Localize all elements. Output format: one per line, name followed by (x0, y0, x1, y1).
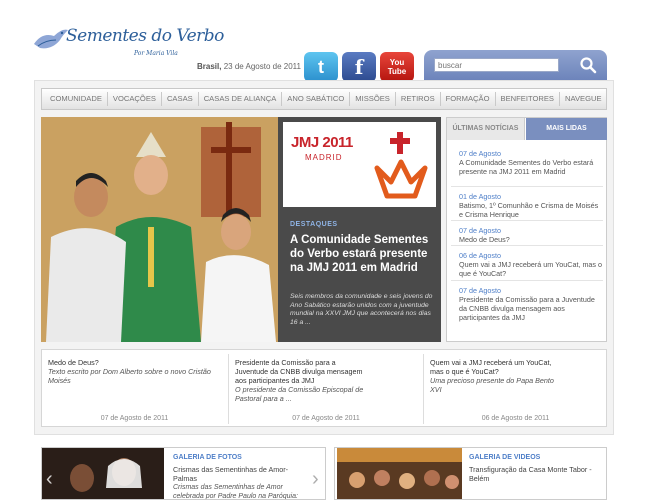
divider (451, 220, 603, 221)
news-date: 07 de Agosto (459, 286, 501, 295)
date-place: Brasil, (197, 62, 222, 71)
news-tabs-panel: ÚLTIMAS NOTÍCIAS MAIS LIDAS 07 de Agosto… (446, 117, 607, 342)
facebook-icon[interactable]: f (342, 52, 376, 82)
logo-title: Sementes do Verbo (66, 26, 224, 46)
youtube-icon[interactable]: You Tube (380, 52, 414, 82)
search-button[interactable] (579, 56, 597, 74)
strip-date: 07 de Agosto de 2011 (292, 415, 360, 422)
main-nav: COMUNIDADE VOCAÇÕES CASAS CASAS DE ALIAN… (41, 88, 607, 110)
news-title[interactable]: Presidente da Comissão para a Juventude … (459, 295, 604, 322)
featured-slider[interactable]: JMJ 2011 MADRID DESTAQUES A Comunidade S… (41, 117, 441, 342)
nav-item-comunidade[interactable]: COMUNIDADE (45, 92, 108, 106)
nav-item-missoes[interactable]: MISSÕES (350, 92, 396, 106)
strip-date: 07 de Agosto de 2011 (100, 415, 169, 422)
jmj-banner-title: JMJ 2011 (291, 134, 353, 151)
strip-text: Presidente da Comissão para a Juventude … (235, 358, 365, 403)
gallery-photos-sub: Crismas das Sementinhas de Amor celebrad… (173, 484, 298, 500)
gallery-videos-label: GALERIA DE VIDEOS (469, 454, 541, 461)
youtube-top: You (389, 58, 405, 67)
dove-icon (34, 29, 68, 49)
divider (451, 245, 603, 246)
news-date: 07 de Agosto (459, 226, 501, 235)
news-strip: Medo de Deus? Texto escrito por Dom Albe… (41, 349, 607, 427)
news-title[interactable]: A Comunidade Sementes do Verbo estará pr… (459, 158, 604, 176)
divider (451, 280, 603, 281)
divider (451, 186, 603, 187)
nav-item-retiros[interactable]: RETIROS (396, 92, 441, 106)
crown-cross-logo (374, 132, 428, 199)
jmj-banner: JMJ 2011 MADRID (283, 122, 436, 207)
gallery-photos-label: GALERIA DE FOTOS (173, 454, 242, 461)
tab-mais-lidas[interactable]: MAIS LIDAS (526, 118, 607, 140)
strip-item[interactable]: Presidente da Comissão para a Juventude … (229, 350, 423, 428)
twitter-glyph: t (318, 56, 324, 77)
news-date: 06 de Agosto (459, 251, 501, 260)
list-item[interactable]: 01 de Agosto Batismo, 1º Comunhão e Cris… (459, 192, 604, 219)
featured-photo[interactable] (41, 117, 278, 342)
strip-item[interactable]: Quem vai a JMJ receberá um YouCat, mas o… (424, 350, 607, 428)
video-gallery: GALERIA DE VIDEOS Transfiguração da Casa… (334, 447, 607, 500)
strip-text: Medo de Deus? Texto escrito por Dom Albe… (48, 358, 218, 385)
facebook-glyph: f (354, 55, 364, 79)
news-title[interactable]: Medo de Deus? (459, 235, 604, 244)
list-item[interactable]: 07 de Agosto Presidente da Comissão para… (459, 286, 604, 322)
news-date: 01 de Agosto (459, 192, 501, 201)
nav-item-benfeitores[interactable]: BENFEITORES (496, 92, 560, 106)
twitter-icon[interactable]: t (304, 52, 338, 82)
nav-item-casas-de-alianca[interactable]: CASAS DE ALIANÇA (199, 92, 283, 106)
gallery-photo[interactable]: ‹ (42, 448, 164, 499)
list-item[interactable]: 07 de Agosto Medo de Deus? (459, 226, 604, 244)
search-box (424, 50, 607, 80)
strip-text: Quem vai a JMJ receberá um YouCat, mas o… (430, 358, 555, 394)
strip-headline[interactable]: Quem vai a JMJ receberá um YouCat, mas o… (430, 358, 555, 376)
section-label: DESTAQUES (290, 221, 338, 228)
photo-gallery: ‹ › GALERIA DE FOTOS Crismas das Sementi… (41, 447, 326, 500)
jmj-banner-sub: MADRID (305, 153, 343, 162)
search-icon (580, 57, 597, 74)
featured-summary: Seis membros da comunidade e seis jovens… (290, 293, 433, 326)
site-logo[interactable]: Sementes do Verbo Por Maria Vila (32, 14, 224, 74)
strip-headline[interactable]: Presidente da Comissão para a Juventude … (235, 358, 365, 385)
strip-headline[interactable]: Medo de Deus? (48, 358, 218, 367)
video-thumbnail[interactable] (337, 448, 462, 499)
tab-ultimas-noticias[interactable]: ÚLTIMAS NOTÍCIAS (447, 118, 525, 140)
nav-item-navegue[interactable]: NAVEGUE (560, 92, 607, 106)
header-date: Brasil, 23 de Agosto de 2011 (197, 62, 301, 71)
strip-subtitle: Uma precioso presente do Papa Bento XVI (430, 376, 554, 394)
nav-item-casas[interactable]: CASAS (162, 92, 199, 106)
news-title[interactable]: Quem vai a JMJ receberá um YouCat, mas o… (459, 260, 604, 278)
gallery-photo-illustration (42, 448, 164, 499)
strip-subtitle: O presidente da Comissão Episcopal de Pa… (235, 385, 364, 403)
nav-item-ano-sabatico[interactable]: ANO SABÁTICO (282, 92, 351, 106)
logo-subtitle: Por Maria Vila (134, 50, 178, 57)
strip-date: 06 de Agosto de 2011 (481, 415, 550, 422)
search-input[interactable] (434, 58, 559, 72)
list-item[interactable]: 07 de Agosto A Comunidade Sementes do Ve… (459, 149, 604, 176)
strip-subtitle: Texto escrito por Dom Alberto sobre o no… (48, 367, 211, 385)
nav-item-vocacoes[interactable]: VOCAÇÕES (108, 92, 162, 106)
people-photo-illustration (41, 117, 278, 342)
news-title[interactable]: Batismo, 1º Comunhão e Crisma de Moisés … (459, 201, 604, 219)
gallery-videos-title[interactable]: Transfiguração da Casa Monte Tabor - Bel… (469, 465, 599, 483)
news-date: 07 de Agosto (459, 149, 501, 158)
chevron-left-icon[interactable]: ‹ (46, 468, 53, 491)
nav-item-formacao[interactable]: FORMAÇÃO (441, 92, 496, 106)
strip-item[interactable]: Medo de Deus? Texto escrito por Dom Albe… (42, 350, 227, 428)
youtube-bottom: Tube (387, 67, 407, 76)
featured-headline[interactable]: A Comunidade Sementes do Verbo estará pr… (290, 233, 435, 275)
date-text: 23 de Agosto de 2011 (223, 62, 301, 71)
list-item[interactable]: 06 de Agosto Quem vai a JMJ receberá um … (459, 251, 604, 278)
video-thumbnail-illustration (337, 448, 462, 499)
chevron-right-icon[interactable]: › (312, 468, 319, 491)
gallery-photos-title[interactable]: Crismas das Sementinhas de Amor-Palmas (173, 465, 308, 483)
featured-text-panel: JMJ 2011 MADRID DESTAQUES A Comunidade S… (278, 117, 441, 342)
